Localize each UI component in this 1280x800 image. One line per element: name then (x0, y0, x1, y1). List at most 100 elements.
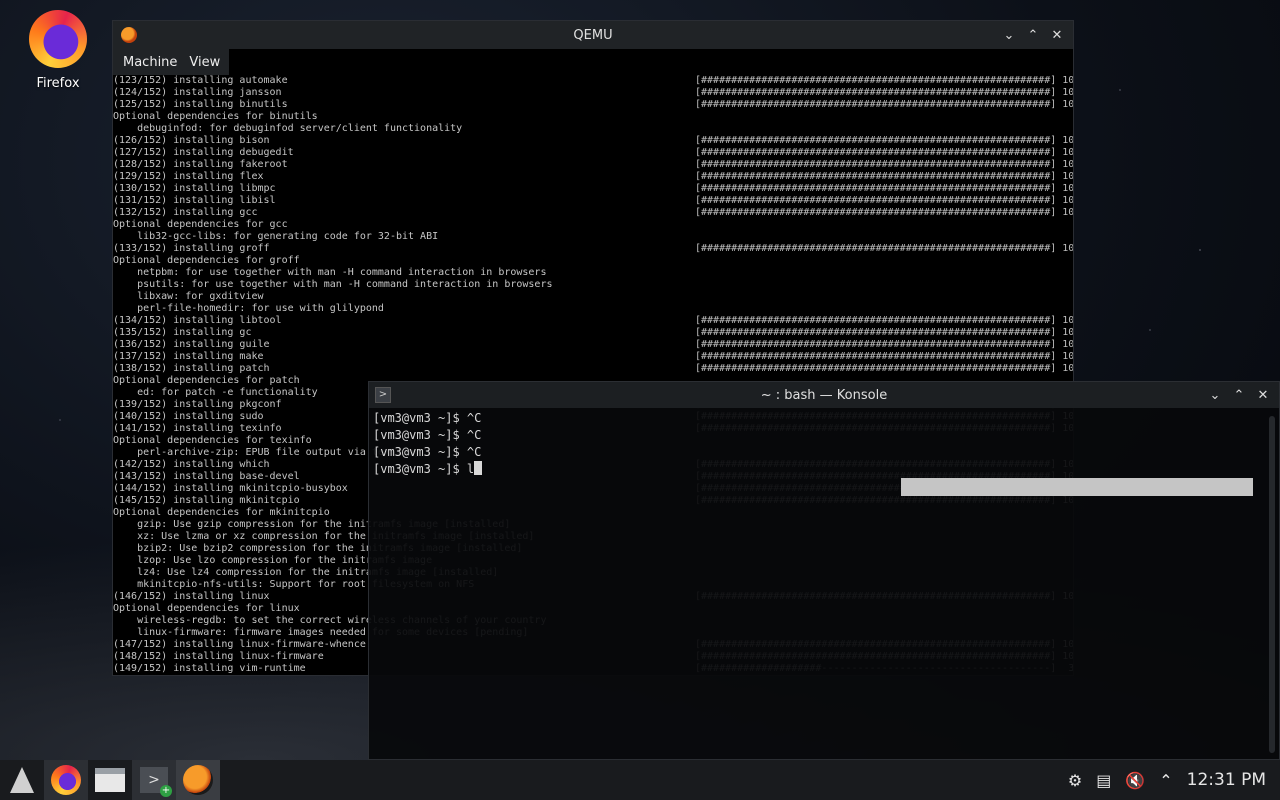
minimize-button[interactable]: ⌄ (999, 28, 1019, 43)
qemu-menubar: Machine View (113, 49, 229, 75)
folder-icon (95, 768, 125, 792)
console-progress-bar: [#######################################… (695, 351, 1073, 362)
console-line-text: (130/152) installing libmpc (113, 183, 276, 194)
prompt-text: [vm3@vm3 ~]$ l (373, 462, 475, 476)
console-progress-bar: [#######################################… (695, 171, 1073, 182)
console-progress-bar (695, 267, 1073, 279)
menu-machine[interactable]: Machine (117, 55, 183, 70)
selection-highlight (901, 478, 1253, 496)
console-progress-bar (695, 231, 1073, 243)
console-line: (127/152) installing debugedit [#########… (113, 147, 1073, 159)
konsole-titlebar[interactable]: > ~ : bash — Konsole ⌄ ⌃ ✕ (369, 382, 1279, 408)
text-cursor (474, 461, 483, 475)
network-icon[interactable]: ⚙ (1068, 771, 1082, 790)
console-progress-bar (695, 303, 1073, 315)
console-progress-bar (695, 255, 1073, 267)
konsole-app-icon[interactable]: > (375, 387, 391, 403)
console-line-text: netpbm: for use together with man -H com… (113, 267, 547, 278)
console-line-text: (135/152) installing gc (113, 327, 252, 338)
console-progress-bar: [#######################################… (695, 159, 1073, 170)
close-button[interactable]: ✕ (1253, 388, 1273, 403)
terminal-line: [vm3@vm3 ~]$ ^C (373, 428, 482, 442)
system-tray: ⚙ ▤ 🔇 ⌃ 12:31 PM (1068, 770, 1280, 790)
konsole-scrollbar[interactable] (1269, 416, 1275, 753)
console-progress-bar: [#######################################… (695, 75, 1073, 86)
console-line: psutils: for use together with man -H co… (113, 279, 1073, 291)
close-button[interactable]: ✕ (1047, 28, 1067, 43)
console-progress-bar (695, 111, 1073, 123)
console-line: (125/152) installing binutils [##########… (113, 99, 1073, 111)
console-progress-bar (695, 123, 1073, 135)
terminal-prompt-line: [vm3@vm3 ~]$ l (373, 461, 1263, 478)
expand-tray-icon[interactable]: ⌃ (1159, 771, 1172, 790)
console-line: (126/152) installing bison [#############… (113, 135, 1073, 147)
console-line: (130/152) installing libmpc [############… (113, 183, 1073, 195)
console-line: (135/152) installing gc [################… (113, 327, 1073, 339)
console-progress-bar (695, 291, 1073, 303)
konsole-window: > ~ : bash — Konsole ⌄ ⌃ ✕ [vm3@vm3 ~]$ … (368, 381, 1280, 760)
taskbar-qemu[interactable] (176, 760, 220, 800)
console-line: (128/152) installing fakeroot [##########… (113, 159, 1073, 171)
volume-muted-icon[interactable]: 🔇 (1125, 771, 1145, 790)
application-launcher[interactable] (0, 760, 44, 800)
console-line-text: (138/152) installing patch (113, 363, 270, 374)
console-progress-bar: [#######################################… (695, 99, 1073, 110)
console-line: (132/152) installing gcc [###############… (113, 207, 1073, 219)
qemu-app-icon[interactable] (121, 27, 137, 43)
terminal-line: [vm3@vm3 ~]$ ^C (373, 411, 482, 425)
terminal-line: [vm3@vm3 ~]$ ^C (373, 445, 482, 459)
taskbar-file-manager[interactable] (88, 760, 132, 800)
console-progress-bar: [#######################################… (695, 243, 1073, 254)
console-line: libxaw: for gxditview (113, 291, 1073, 303)
console-progress-bar: [#######################################… (695, 135, 1073, 146)
console-line-text: libxaw: for gxditview (113, 291, 264, 302)
console-line: (123/152) installing automake [##########… (113, 75, 1073, 87)
firefox-icon (29, 10, 87, 68)
console-line-text: (124/152) installing jansson (113, 87, 282, 98)
console-line: lib32-gcc-libs: for generating code for … (113, 231, 1073, 243)
console-line-text: (126/152) installing bison (113, 135, 270, 146)
console-progress-bar (695, 279, 1073, 291)
taskbar-konsole[interactable]: > + (132, 760, 176, 800)
console-line: Optional dependencies for groff (113, 255, 1073, 267)
console-progress-bar: [#######################################… (695, 183, 1073, 194)
console-line-text: (137/152) installing make (113, 351, 264, 362)
console-line-text: psutils: for use together with man -H co… (113, 279, 553, 290)
console-progress-bar: [#######################################… (695, 339, 1073, 350)
console-line-text: Optional dependencies for gcc (113, 219, 288, 230)
console-progress-bar: [#######################################… (695, 327, 1073, 338)
minimize-button[interactable]: ⌄ (1205, 388, 1225, 403)
console-progress-bar: [#######################################… (695, 207, 1073, 218)
console-line-text: Optional dependencies for binutils (113, 111, 318, 122)
clipboard-icon[interactable]: ▤ (1096, 771, 1111, 790)
desktop-firefox-shortcut[interactable]: Firefox (22, 10, 94, 91)
console-progress-bar (695, 219, 1073, 231)
console-progress-bar: [#######################################… (695, 195, 1073, 206)
desktop-icon-label: Firefox (36, 76, 80, 91)
qemu-icon (183, 765, 213, 795)
arch-logo-icon (10, 767, 34, 793)
qemu-titlebar[interactable]: QEMU ⌄ ⌃ ✕ (113, 21, 1073, 49)
console-line-text: (129/152) installing flex (113, 171, 264, 182)
maximize-button[interactable]: ⌃ (1023, 28, 1043, 43)
console-line: (134/152) installing libtool [###########… (113, 315, 1073, 327)
console-line: (131/152) installing libisl [############… (113, 195, 1073, 207)
console-line-text: (132/152) installing gcc (113, 207, 258, 218)
console-line: (138/152) installing patch [#############… (113, 363, 1073, 375)
terminal-icon: > + (140, 767, 172, 797)
clock[interactable]: 12:31 PM (1187, 770, 1266, 790)
console-line: netpbm: for use together with man -H com… (113, 267, 1073, 279)
console-line-text: (125/152) installing binutils (113, 99, 288, 110)
console-line: (124/152) installing jansson [###########… (113, 87, 1073, 99)
menu-view[interactable]: View (183, 55, 226, 70)
maximize-button[interactable]: ⌃ (1229, 388, 1249, 403)
console-line-text: (134/152) installing libtool (113, 315, 282, 326)
konsole-window-title: ~ : bash — Konsole (760, 387, 888, 403)
konsole-terminal[interactable]: [vm3@vm3 ~]$ ^C [vm3@vm3 ~]$ ^C [vm3@vm3 ~… (373, 410, 1263, 759)
taskbar-firefox[interactable] (44, 760, 88, 800)
console-line-text: (123/152) installing automake (113, 75, 288, 86)
console-line-text: Optional dependencies for groff (113, 255, 300, 266)
console-line-text: debuginfod: for debuginfod server/client… (113, 123, 463, 134)
console-line-text: perl-file-homedir: for use with glilypon… (113, 303, 384, 314)
console-line: (137/152) installing make [##############… (113, 351, 1073, 363)
